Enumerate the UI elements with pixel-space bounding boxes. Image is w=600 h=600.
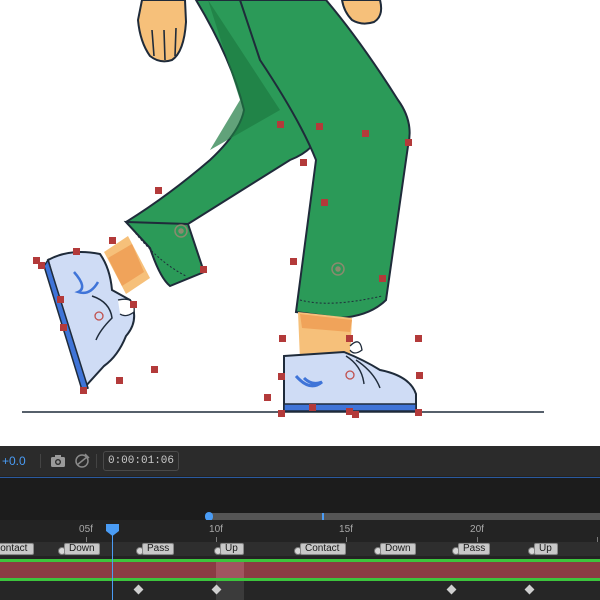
marker-up[interactable]: Up	[534, 543, 558, 555]
work-area-bar[interactable]	[208, 513, 600, 520]
marker-contact[interactable]: Contact	[0, 543, 34, 555]
keyframe-row	[0, 581, 600, 600]
ruler-tick-label: 15f	[339, 524, 353, 535]
walk-cycle-illustration	[22, 0, 544, 418]
toolbar-divider	[96, 454, 97, 468]
ruler-tick-label: 05f	[79, 524, 93, 535]
layer-duration-bar[interactable]	[0, 562, 600, 578]
character-hand	[136, 0, 188, 63]
camera-icon[interactable]	[48, 451, 68, 471]
composition-viewer[interactable]	[0, 0, 600, 446]
marker-pass[interactable]: Pass	[458, 543, 490, 555]
front-shoe	[283, 350, 417, 411]
marker-row: Contact Down Pass Up Contact Down Pass U…	[0, 542, 600, 556]
marker-down[interactable]: Down	[64, 543, 100, 555]
time-ruler[interactable]: 05f 10f 15f 20f	[0, 520, 600, 542]
ruler-tick-label: 10f	[209, 524, 223, 535]
ruler-tick-label: 20f	[470, 524, 484, 535]
marker-contact[interactable]: Contact	[300, 543, 346, 555]
show-snapshot-icon[interactable]	[72, 451, 92, 471]
work-area-marker	[322, 513, 324, 520]
character-hand-right	[340, 0, 383, 25]
exposure-offset[interactable]: +0.0	[2, 454, 26, 468]
current-time-display[interactable]: 0:00:01:06	[103, 451, 179, 471]
playhead-handle[interactable]	[106, 524, 119, 536]
marker-up[interactable]: Up	[220, 543, 244, 555]
marker-down[interactable]: Down	[380, 543, 416, 555]
layer-bar-highlight	[216, 562, 244, 578]
timeline-panel: +0.0 0:00:01:06 05f 10f 15f 20f Contact	[0, 446, 600, 600]
marker-pass[interactable]: Pass	[142, 543, 174, 555]
toolbar-divider	[40, 454, 41, 468]
timeline-toolbar: +0.0 0:00:01:06	[0, 446, 600, 476]
